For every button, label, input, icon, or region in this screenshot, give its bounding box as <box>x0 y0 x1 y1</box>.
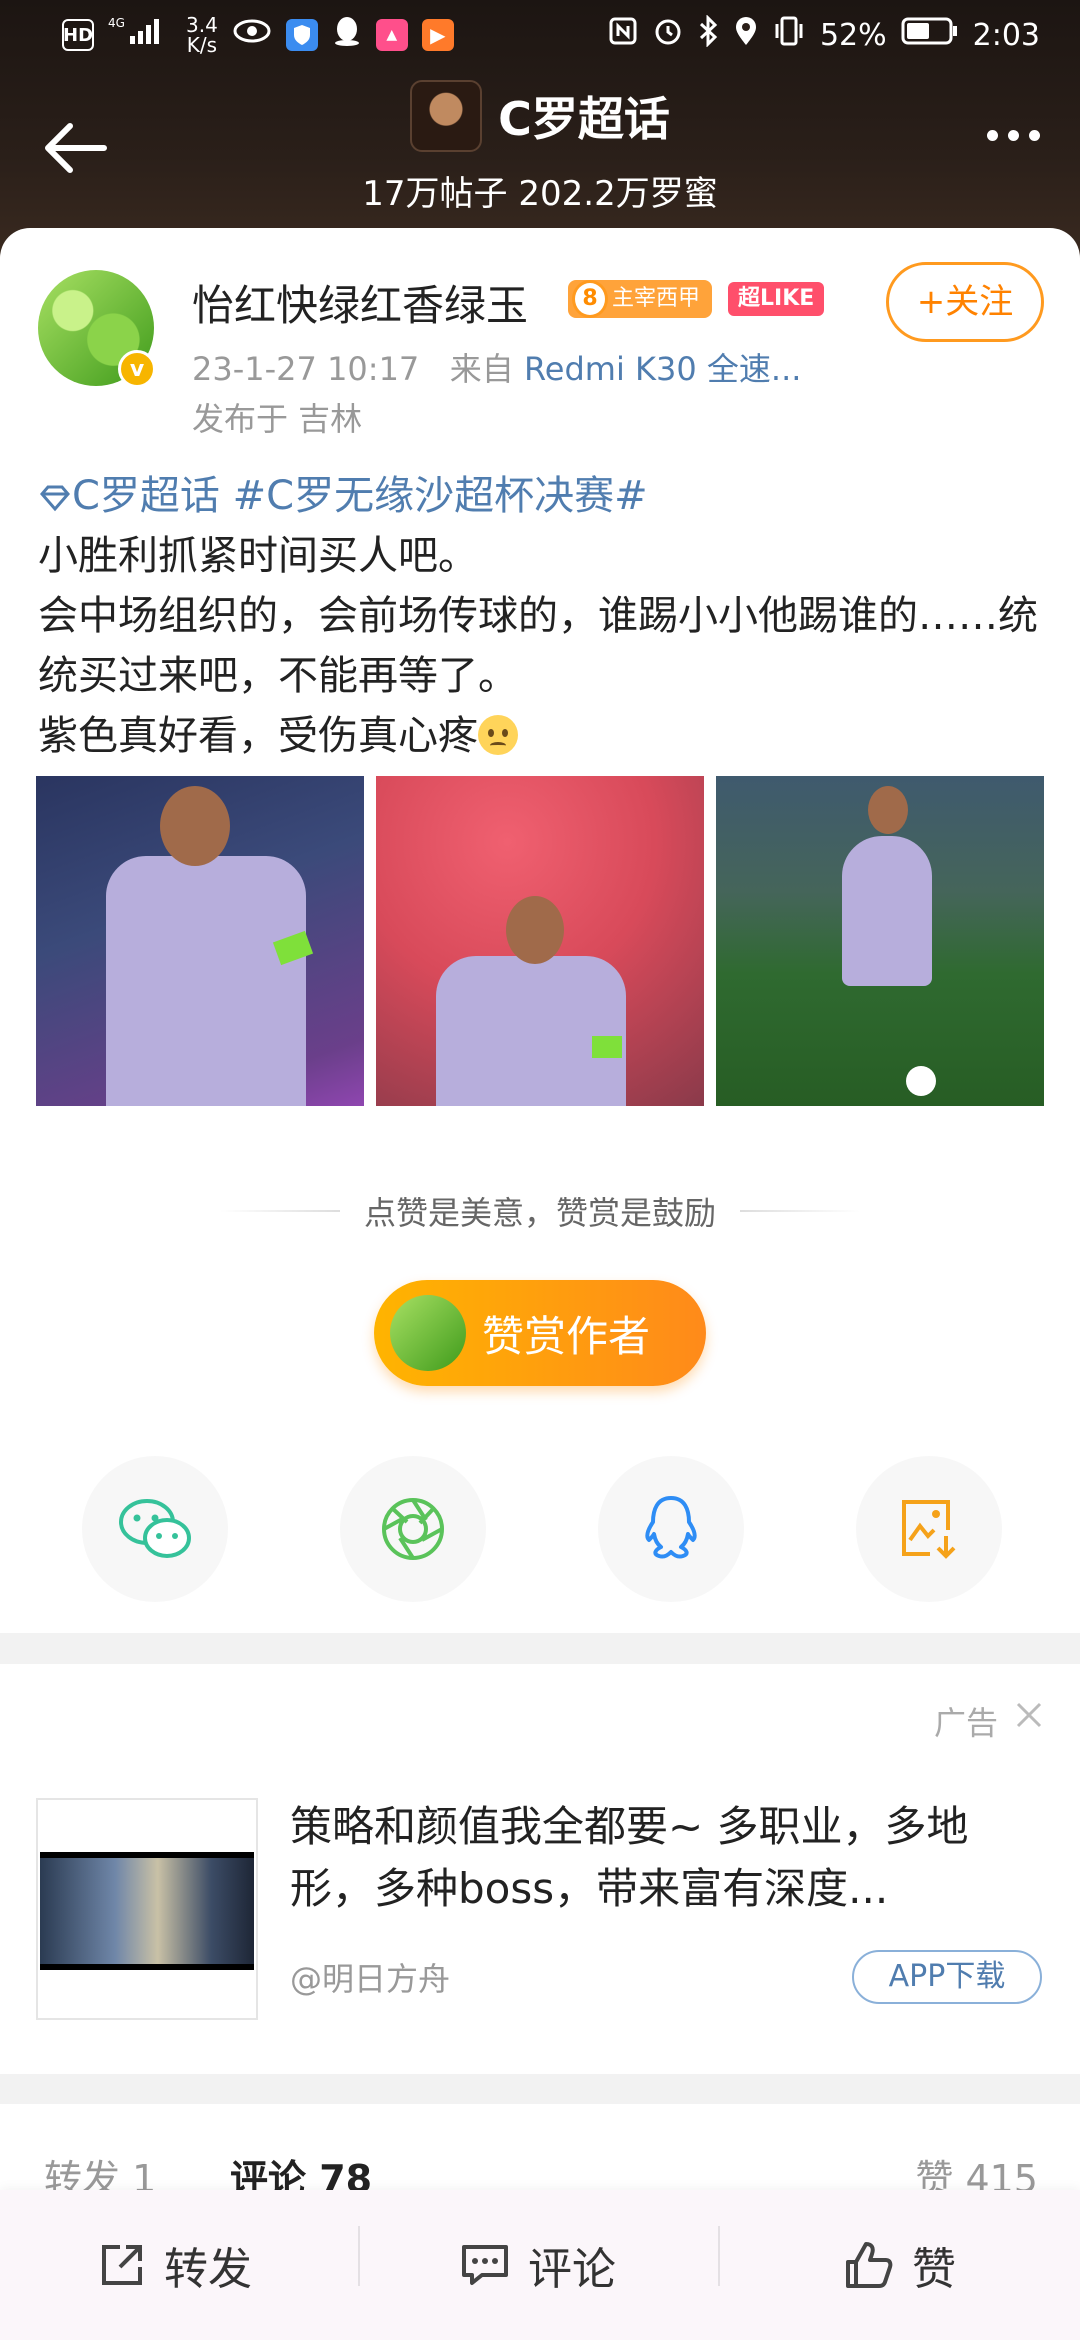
forward-label: 转发 <box>164 2244 252 2295</box>
battery-icon <box>901 16 959 54</box>
player-figure <box>842 836 932 986</box>
ad-game-art <box>40 1852 254 1970</box>
post-photo[interactable] <box>376 776 704 1106</box>
more-dot-icon <box>987 130 998 141</box>
topic-avatar[interactable] <box>410 80 483 152</box>
share-moments-button[interactable] <box>340 1456 486 1602</box>
author-avatar-small <box>390 1295 466 1371</box>
qq-app-icon <box>332 15 362 55</box>
page-title: C罗超话 <box>498 92 670 146</box>
more-button[interactable] <box>987 130 1040 141</box>
thumbs-up-icon <box>846 2242 893 2288</box>
post-meta: 23-1-27 10:17 来自 Redmi K30 全速... <box>192 344 801 390</box>
wechat-icon <box>119 1499 191 1558</box>
topic-tags-text: C罗超话 #C罗无缘沙超杯决赛# <box>72 473 648 519</box>
level-title: 主宰西甲 <box>612 286 701 311</box>
ad-card[interactable]: 广告 策略和颜值我全都要~ 多职业，多地形，多种boss，带来富有深度... @… <box>0 1664 1080 2074</box>
post-content: C罗超话 #C罗无缘沙超杯决赛# 小胜利抓紧时间买人吧。 会中场组织的，会前场传… <box>38 466 1048 766</box>
more-dot-icon <box>1029 130 1040 141</box>
divider <box>219 1210 340 1212</box>
ad-text[interactable]: 策略和颜值我全都要~ 多职业，多地形，多种boss，带来富有深度... <box>290 1796 1030 1920</box>
diamond-icon <box>40 485 70 512</box>
clock-time: 2:03 <box>972 17 1040 53</box>
topic-tags[interactable]: C罗超话 #C罗无缘沙超杯决赛# <box>38 466 1048 526</box>
post-timestamp: 23-1-27 10:17 <box>192 350 420 388</box>
topic-stats: 17万帖子 202.2万罗蜜 <box>362 174 718 214</box>
forward-icon <box>102 2245 142 2285</box>
svg-text:4G: 4G <box>108 16 125 30</box>
forward-button[interactable]: 转发 <box>98 2190 252 2340</box>
eye-icon <box>232 17 272 53</box>
post-location: 发布于 吉林 <box>192 400 363 438</box>
reward-tip-text: 点赞是美意，赞赏是鼓励 <box>363 1194 716 1232</box>
post-line: 紫色真好看，受伤真心疼 <box>38 706 1048 766</box>
divider <box>718 2226 720 2286</box>
comment-icon <box>462 2245 508 2285</box>
close-icon <box>1016 1702 1042 1728</box>
qq-icon <box>645 1496 697 1559</box>
vibrate-icon <box>772 16 806 54</box>
video-app-icon: ▶ <box>421 19 454 51</box>
soccer-ball <box>906 1066 936 1096</box>
level-badge[interactable]: 8 主宰西甲 <box>568 280 713 318</box>
signal-icon: 4G <box>108 14 172 56</box>
post-photo[interactable] <box>36 776 364 1106</box>
share-wechat-button[interactable] <box>82 1456 228 1602</box>
like-button[interactable]: 赞 <box>844 2190 956 2340</box>
post-line-text: 紫色真好看，受伤真心疼 <box>38 713 478 759</box>
source-prefix: 来自 <box>449 350 514 388</box>
player-head <box>160 786 230 866</box>
alarm-icon <box>652 15 684 55</box>
post-source[interactable]: Redmi K30 全速... <box>524 350 801 388</box>
topic-title-block: C罗超话 17万帖子 202.2万罗蜜 <box>0 80 1080 215</box>
photo-grid <box>36 776 1044 1106</box>
moments-icon <box>382 1498 444 1560</box>
status-bar: HD 4G 3.4 K/s ▲ ▶ 52% 2:03 <box>0 0 1080 70</box>
player-figure <box>436 956 626 1106</box>
divider <box>740 1210 860 1212</box>
topic-header: HD 4G 3.4 K/s ▲ ▶ 52% 2:03 C罗超话 17万帖子 20… <box>0 0 1080 260</box>
save-image-button[interactable] <box>856 1456 1002 1602</box>
nfc-icon <box>608 16 638 54</box>
super-like-badge: 超LIKE <box>728 282 825 316</box>
reward-author-button[interactable]: 赞赏作者 <box>374 1280 706 1386</box>
hd-icon: HD <box>62 19 94 51</box>
reward-tip: 点赞是美意，赞赏是鼓励 <box>0 1188 1080 1234</box>
player-head <box>868 786 908 834</box>
location-icon <box>734 15 758 55</box>
share-qq-button[interactable] <box>598 1456 744 1602</box>
like-label: 赞 <box>912 2244 956 2295</box>
player-figure <box>106 856 306 1106</box>
app-download-button[interactable]: APP下载 <box>852 1950 1042 2004</box>
ad-label: 广告 <box>933 1704 998 1742</box>
comment-label: 评论 <box>528 2244 616 2295</box>
shopping-app-icon: ▲ <box>375 19 408 51</box>
ad-advertiser[interactable]: @明日方舟 <box>290 1954 450 2000</box>
post-line: 小胜利抓紧时间买人吧。 <box>38 533 478 579</box>
bluetooth-icon <box>698 14 720 55</box>
follow-button[interactable]: +关注 <box>886 262 1044 342</box>
divider <box>358 2226 360 2286</box>
verified-badge-icon: v <box>118 350 156 388</box>
post-line: 会中场组织的，会前场传球的，谁踢小小他踢谁的……统统买过来吧，不能再等了。 <box>38 593 1038 699</box>
armband <box>592 1036 622 1058</box>
battery-percent: 52% <box>819 17 887 53</box>
post-photo[interactable] <box>716 776 1044 1106</box>
network-speed: 3.4 K/s <box>186 13 218 57</box>
bottom-action-bar: 转发 评论 赞 <box>0 2190 1080 2340</box>
player-head <box>506 896 564 964</box>
share-row <box>0 1456 1080 1606</box>
post-card: v 怡红快绿红香绿玉 8 主宰西甲 超LIKE +关注 23-1-27 10:1… <box>0 228 1080 1633</box>
reward-author-label: 赞赏作者 <box>482 1311 651 1361</box>
ad-image[interactable] <box>36 1798 258 2020</box>
username[interactable]: 怡红快绿红香绿玉 <box>192 272 528 333</box>
ad-close-button[interactable] <box>1014 1700 1044 1730</box>
more-dot-icon <box>1008 130 1019 141</box>
comment-button[interactable]: 评论 <box>460 2190 616 2340</box>
sad-emoji-icon <box>478 715 518 755</box>
save-image-icon <box>902 1500 956 1559</box>
level-number: 8 <box>572 280 608 318</box>
shield-app-icon <box>285 19 318 51</box>
